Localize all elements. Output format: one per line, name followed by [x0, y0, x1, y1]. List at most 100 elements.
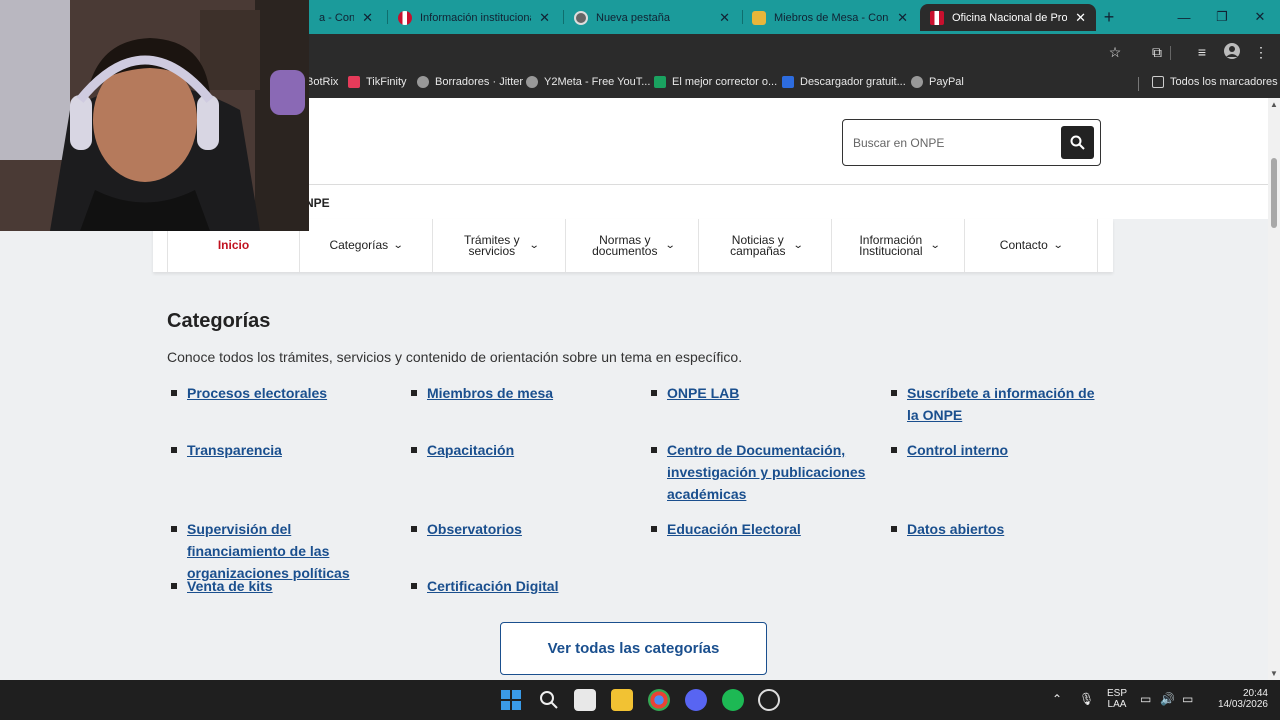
close-icon[interactable]: ✕ [539, 10, 550, 26]
tab-title: Nueva pestaña [596, 11, 670, 24]
media-control-icon[interactable]: ≡ [1192, 42, 1212, 62]
close-icon[interactable]: ✕ [362, 10, 373, 26]
all-bookmarks[interactable]: Todos los marcadores [1152, 76, 1278, 88]
menu-kebab-icon[interactable]: ⋮ [1251, 42, 1271, 62]
browser-tab-3[interactable]: Nueva pestaña ✕ [564, 4, 740, 31]
minimize-icon[interactable]: — [1165, 0, 1203, 34]
scrollbar-thumb[interactable] [1271, 158, 1277, 228]
bookmark-paypal[interactable]: PayPal [911, 76, 964, 88]
nav-label: Normas y documentos [592, 232, 658, 258]
browser-tab-4[interactable]: Miebros de Mesa - Consu ✕ [742, 4, 918, 31]
nav-item-contacto[interactable]: Contacto ⌄ [965, 219, 1098, 272]
folder-icon [1152, 76, 1164, 88]
browser-tab-2[interactable]: Información institucional ✕ [388, 4, 560, 31]
close-icon[interactable]: ✕ [719, 10, 730, 26]
bookmark-descargador[interactable]: Descargador gratuit... [782, 76, 906, 88]
chevron-down-icon: ⌄ [528, 240, 540, 251]
new-tab-icon[interactable]: + [1100, 8, 1118, 26]
tikfinity-icon [348, 76, 360, 88]
network-icon[interactable]: ▭ [1140, 692, 1151, 706]
category-link[interactable]: Transparencia [167, 439, 387, 461]
peru-flag-icon [930, 10, 944, 25]
nav-label: Categorías [329, 238, 389, 252]
nav-item-categorias[interactable]: Categorías ⌄ [300, 219, 433, 272]
category-link[interactable]: Miembros de mesa [407, 382, 627, 404]
bookmark-corrector[interactable]: El mejor corrector o... [654, 76, 777, 88]
bookmark-star-icon[interactable]: ☆ [1105, 42, 1125, 62]
windows-taskbar: ⌃ 🎙 ESP LAA ▭ 🔊 ▭ 20:44 14/03/2026 [0, 680, 1280, 720]
spotify-icon[interactable] [722, 689, 744, 711]
nav-item-normas[interactable]: Normas y documentos ⌄ [566, 219, 699, 272]
bookmark-botrix[interactable]: BotRix [306, 76, 338, 88]
battery-icon[interactable]: ▭ [1182, 692, 1193, 706]
search-button[interactable] [1061, 126, 1094, 159]
language-indicator[interactable]: ESP LAA [1102, 688, 1132, 710]
bookmark-label: Y2Meta - Free YouT... [544, 76, 651, 88]
app-icon[interactable] [758, 689, 780, 711]
search-input[interactable] [853, 132, 1053, 154]
search-icon[interactable] [538, 689, 560, 711]
volume-icon[interactable]: 🔊 [1160, 692, 1175, 706]
category-link[interactable]: ONPE LAB [647, 382, 867, 404]
page-title: Categorías [167, 310, 271, 332]
document-icon [654, 76, 666, 88]
profile-avatar-icon[interactable] [1222, 42, 1242, 62]
page-scrollbar[interactable]: ▲ ▼ [1268, 98, 1280, 680]
store-icon[interactable] [574, 689, 596, 711]
windows-start-icon[interactable] [500, 689, 522, 711]
nav-label: Información Institucional [859, 232, 923, 258]
globe-icon [911, 76, 923, 88]
discord-icon[interactable] [685, 689, 707, 711]
category-link[interactable]: Certificación Digital [407, 575, 627, 597]
nav-item-informacion[interactable]: Información Institucional ⌄ [832, 219, 965, 272]
webcam-person-image [0, 0, 309, 231]
bookmark-label: El mejor corrector o... [672, 76, 778, 88]
toolbar-divider [1170, 46, 1171, 60]
bookmark-y2meta[interactable]: Y2Meta - Free YouT... [526, 76, 650, 88]
category-link[interactable]: Capacitación [407, 439, 627, 461]
category-link[interactable]: Datos abiertos [887, 518, 1107, 540]
scroll-down-icon[interactable]: ▼ [1270, 669, 1278, 678]
category-link[interactable]: Observatorios [407, 518, 627, 540]
category-link[interactable]: Control interno [887, 439, 1107, 461]
bookmark-label: Borradores · Jitter [435, 76, 524, 88]
nav-item-noticias[interactable]: Noticias y campañas ⌄ [699, 219, 832, 272]
all-categories-button[interactable]: Ver todas las categorías [500, 622, 767, 675]
page-icon [752, 10, 766, 25]
globe-icon [526, 76, 538, 88]
restore-icon[interactable]: ❐ [1203, 0, 1241, 34]
nav-item-tramites[interactable]: Trámites y servicios ⌄ [433, 219, 566, 272]
browser-tab-1[interactable]: a - Consu ✕ [309, 4, 383, 31]
category-link[interactable]: Suscríbete a información de la ONPE [887, 382, 1107, 426]
nav-label: Noticias y campañas [730, 232, 786, 258]
category-link[interactable]: Centro de Documentación, investigación y… [647, 439, 867, 505]
bookmark-label: TikFinity [366, 76, 407, 88]
scroll-up-icon[interactable]: ▲ [1270, 100, 1278, 109]
category-link[interactable]: Procesos electorales [167, 382, 387, 404]
chevron-down-icon: ⌄ [392, 240, 404, 251]
window-close-icon[interactable]: ✕ [1241, 0, 1279, 34]
categories-section: Categorías Conoce todos los trámites, se… [167, 310, 1127, 675]
nav-label: Trámites y servicios [464, 232, 520, 258]
microphone-icon[interactable]: 🎙 [1079, 692, 1094, 706]
webcam-overlay [0, 0, 309, 231]
chevron-up-icon[interactable]: ⌃ [1052, 692, 1062, 706]
close-icon[interactable]: ✕ [897, 10, 908, 26]
clock[interactable]: 20:44 14/03/2026 [1210, 688, 1268, 710]
chrome-icon[interactable] [648, 689, 670, 711]
chevron-down-icon: ⌄ [929, 240, 941, 251]
peru-flag-icon [398, 10, 412, 25]
nav-label: Contacto [999, 238, 1048, 252]
close-icon[interactable]: ✕ [1075, 10, 1086, 26]
category-link[interactable]: Educación Electoral [647, 518, 867, 540]
browser-tab-active[interactable]: Oficina Nacional de Proce ✕ [920, 4, 1096, 31]
clock-date: 14/03/2026 [1217, 699, 1268, 710]
clock-time: 20:44 [1242, 688, 1268, 699]
extensions-icon[interactable]: ⧉ [1147, 42, 1167, 62]
bookmark-tikfinity[interactable]: TikFinity [348, 76, 407, 88]
category-link[interactable]: Venta de kits [167, 575, 387, 597]
bookmark-jitter[interactable]: Borradores · Jitter [417, 76, 523, 88]
chevron-down-icon: ⌄ [664, 240, 676, 251]
globe-icon [417, 76, 429, 88]
file-explorer-icon[interactable] [611, 689, 633, 711]
